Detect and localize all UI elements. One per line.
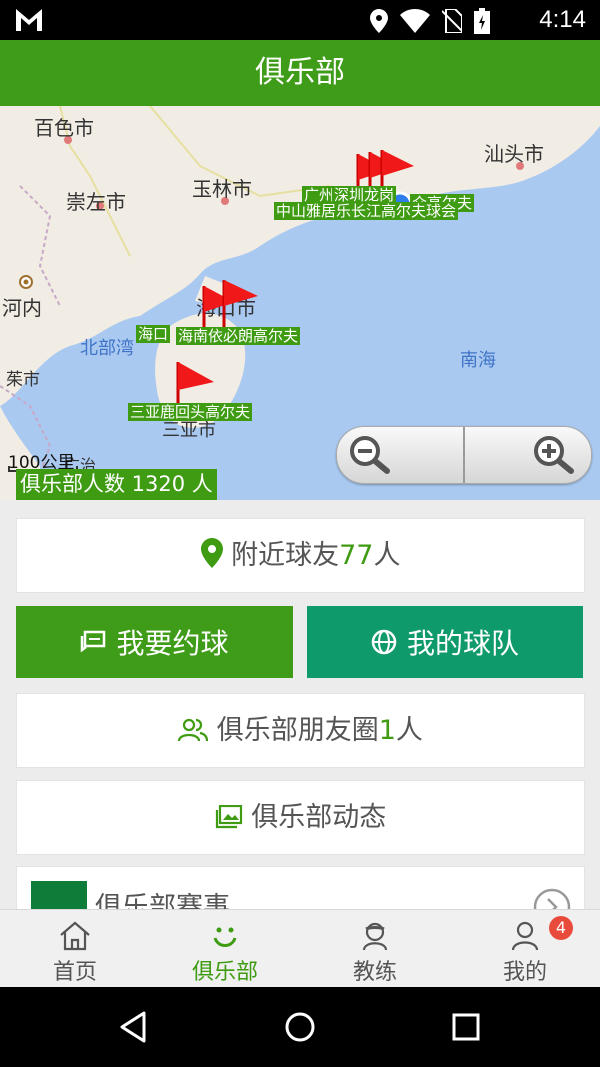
- notification-badge: 4: [549, 916, 573, 940]
- map-label-chongzuo: 崇左市: [66, 192, 126, 214]
- map-label-yulin: 玉林市: [192, 179, 252, 201]
- club-tag-hainan-yibilang[interactable]: 海南依必朗高尔夫: [176, 327, 301, 345]
- battery-icon: [474, 8, 490, 34]
- chat-icon: [81, 630, 106, 653]
- no-sim-icon: [442, 9, 462, 33]
- member-count-banner: 俱乐部人数 1320 人: [16, 469, 217, 500]
- tab-coach-label: 教练: [352, 960, 397, 985]
- status-time: 4:14: [539, 6, 586, 33]
- friends-count: 1: [378, 715, 396, 746]
- friends-unit: 人: [395, 715, 423, 746]
- club-tag-haikou[interactable]: 海口: [136, 325, 171, 343]
- club-news-card[interactable]: 俱乐部动态: [16, 780, 585, 855]
- map-zoom-control: [336, 426, 592, 484]
- map-sea-beibuwan: 北部湾: [80, 338, 134, 359]
- news-label: 俱乐部动态: [251, 802, 387, 833]
- tab-club[interactable]: 俱乐部: [150, 910, 300, 988]
- tab-me-label: 我的: [502, 960, 547, 985]
- zoom-out-button[interactable]: [337, 427, 465, 483]
- tab-coach[interactable]: 教练: [300, 910, 450, 988]
- globe-icon: [371, 629, 397, 655]
- zoom-in-button[interactable]: [465, 427, 591, 483]
- location-icon: [370, 9, 388, 33]
- tab-home[interactable]: 首页: [0, 910, 150, 988]
- tab-home-label: 首页: [52, 960, 97, 985]
- club-tag-sanya[interactable]: 三亚鹿回头高尔夫: [128, 403, 253, 421]
- zoom-out-icon: [350, 436, 390, 474]
- map-sea-nanhai: 南海: [460, 350, 496, 371]
- book-game-label: 我要约球: [116, 627, 229, 660]
- my-team-label: 我的球队: [406, 627, 519, 660]
- zoom-in-icon: [534, 436, 574, 474]
- recents-icon[interactable]: [452, 1013, 480, 1041]
- book-game-button[interactable]: 我要约球: [16, 606, 293, 678]
- nearby-label: 附近球友: [231, 540, 340, 571]
- home-circle-icon[interactable]: [284, 1011, 316, 1043]
- back-icon[interactable]: [118, 1011, 148, 1043]
- wifi-icon: [400, 9, 430, 33]
- status-icons: [370, 8, 490, 34]
- system-nav-bar: [0, 987, 600, 1067]
- map-label-baise: 百色市: [34, 118, 94, 140]
- map-label-vinh: 茱市: [6, 370, 40, 389]
- coach-icon: [362, 922, 388, 951]
- status-bar: 4:14: [0, 0, 600, 40]
- nearby-unit: 人: [373, 540, 401, 571]
- nearby-golfers-card[interactable]: 附近球友77人: [16, 518, 585, 593]
- page-title: 俱乐部: [0, 40, 600, 106]
- club-tag-zhongshan[interactable]: 中山雅居乐长江高尔夫球会: [274, 202, 459, 220]
- bottom-tab-bar: 首页 俱乐部 教练 我的: [0, 909, 600, 988]
- location-pin-icon: [200, 538, 223, 568]
- user-icon: [511, 921, 539, 951]
- users-icon: [178, 718, 209, 742]
- club-friends-card[interactable]: 俱乐部朋友圈1人: [16, 693, 585, 768]
- my-team-button[interactable]: 我的球队: [307, 606, 583, 678]
- tab-me[interactable]: 我的: [450, 910, 600, 988]
- map-label-shantou: 汕头市: [484, 144, 544, 166]
- image-icon: [215, 804, 242, 829]
- club-flag-icon[interactable]: [174, 360, 218, 408]
- smile-icon: [213, 927, 237, 947]
- home-icon: [60, 921, 90, 951]
- map-label-hanoi: 河内: [2, 298, 42, 320]
- gmail-icon: [16, 9, 42, 31]
- tab-club-label: 俱乐部: [191, 960, 258, 985]
- nearby-count: 77: [339, 540, 374, 571]
- friends-label: 俱乐部朋友圈: [216, 715, 379, 746]
